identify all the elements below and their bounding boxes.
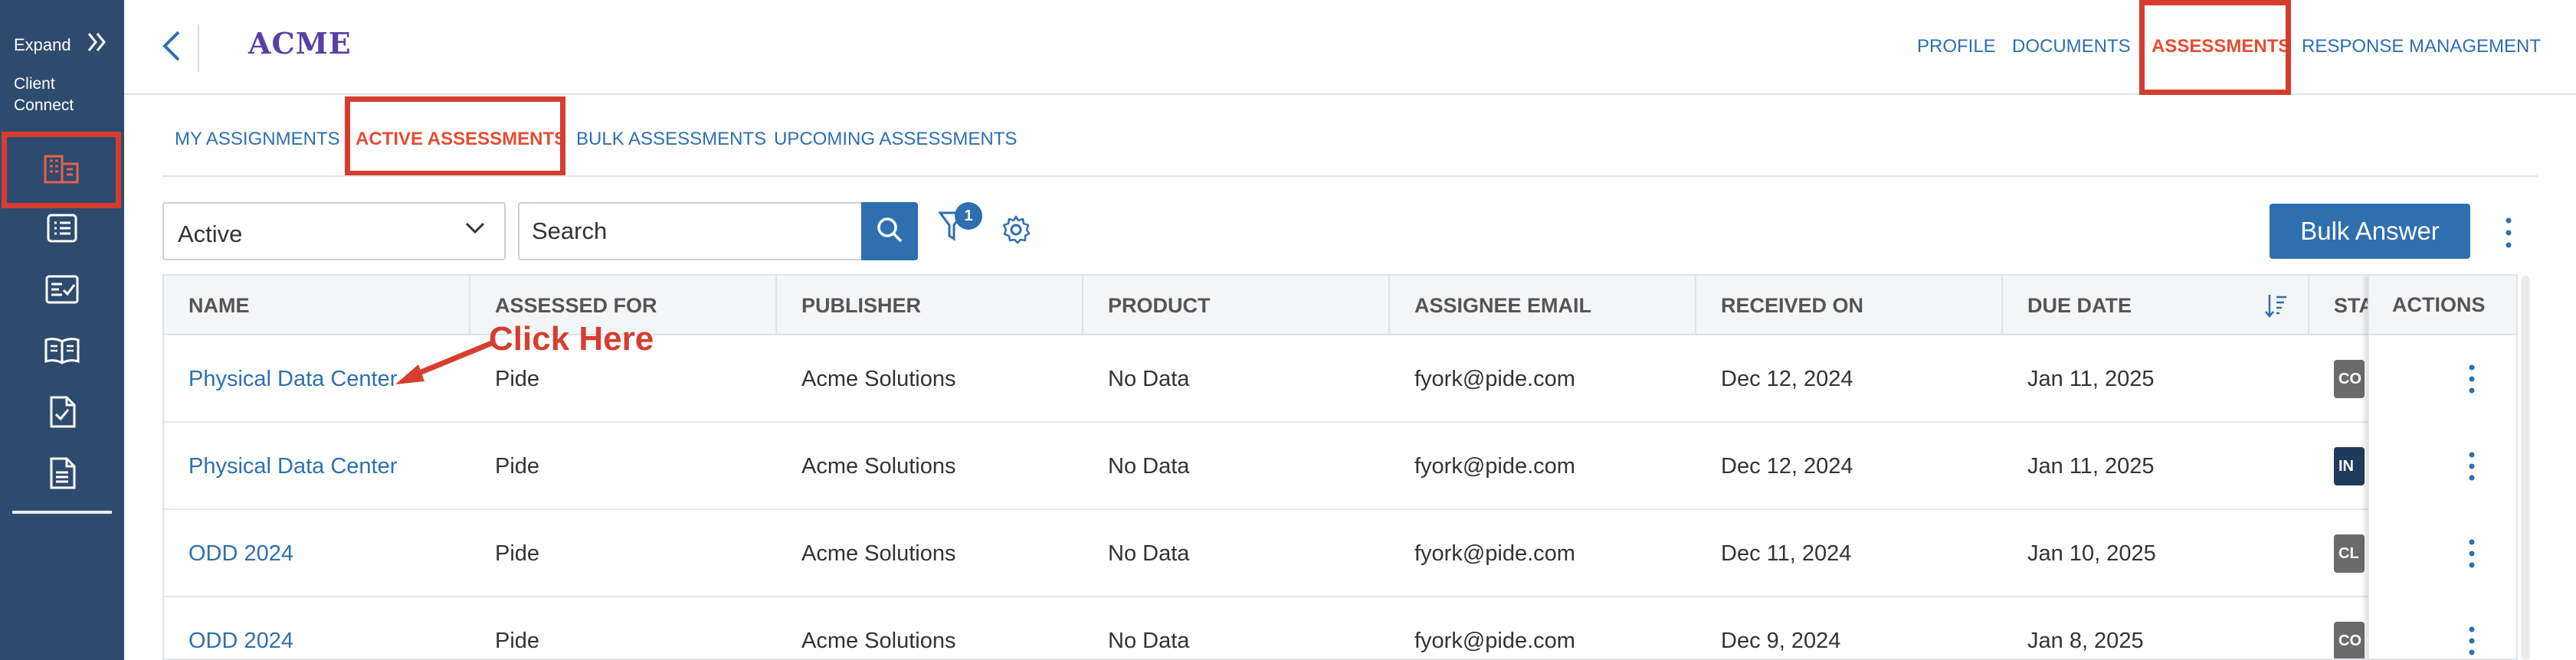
cell-received-on: Dec 11, 2024: [1721, 541, 1852, 566]
filter-count-badge: 1: [955, 202, 982, 230]
status-badge: CL: [2334, 534, 2365, 573]
highlight-box-active-assessments: [345, 96, 565, 176]
sort-descending-icon[interactable]: [2263, 292, 2288, 324]
sidebar: Expand Client Connect: [0, 0, 124, 660]
nav-documents[interactable]: DOCUMENTS: [2012, 36, 2131, 57]
row-actions-button[interactable]: [2464, 624, 2479, 658]
cell-product: No Data: [1108, 453, 1190, 479]
annotation-arrow-icon: [395, 340, 493, 384]
acme-logo[interactable]: ACME: [248, 26, 352, 60]
table-row[interactable]: Physical Data Center Pide Acme Solutions No…: [164, 423, 2516, 510]
cell-assignee-email: fyork@pide.com: [1414, 366, 1575, 391]
status-badge: IN: [2334, 447, 2365, 485]
book-icon: [44, 337, 80, 368]
cell-due-date: Jan 11, 2025: [2027, 366, 2155, 391]
actions-column: ACTIONS: [2368, 276, 2516, 658]
cell-name[interactable]: Physical Data Center: [164, 335, 397, 423]
sidebar-divider: [12, 511, 112, 514]
list-icon: [47, 214, 77, 247]
status-dropdown-value: Active: [178, 221, 243, 247]
cell-name[interactable]: ODD 2024: [164, 510, 293, 597]
gear-icon: [1001, 215, 1031, 248]
nav-response-management[interactable]: RESPONSE MANAGEMENT: [2302, 36, 2541, 57]
cell-assessed-for: Pide: [495, 628, 540, 653]
row-actions-button[interactable]: [2464, 449, 2479, 483]
settings-button[interactable]: [1001, 214, 1034, 248]
sidebar-item-organizations[interactable]: [2, 132, 121, 208]
building-icon: [44, 153, 79, 188]
cell-assignee-email: fyork@pide.com: [1414, 453, 1575, 479]
bulk-answer-button[interactable]: Bulk Answer: [2270, 204, 2470, 259]
status-dropdown[interactable]: Active: [162, 202, 506, 260]
highlight-box-assessments: [2139, 0, 2291, 95]
tab-upcoming-assessments[interactable]: UPCOMING ASSESSMENTS: [774, 129, 1017, 150]
search-button[interactable]: [861, 202, 918, 260]
column-actions: ACTIONS: [2369, 276, 2516, 335]
sidebar-expand-label[interactable]: Expand: [14, 35, 71, 55]
cell-assignee-email: fyork@pide.com: [1414, 541, 1575, 566]
more-options-button[interactable]: [2499, 214, 2518, 251]
column-received-on[interactable]: RECEIVED ON: [1696, 276, 2003, 335]
document-icon: [48, 457, 76, 493]
cell-publisher: Acme Solutions: [801, 541, 956, 566]
column-publisher[interactable]: PUBLISHER: [777, 276, 1083, 335]
cell-name[interactable]: ODD 2024: [164, 597, 293, 658]
annotation-click-here: Click Here: [489, 320, 654, 358]
sidebar-item-documents[interactable]: [0, 450, 124, 499]
chevron-down-icon: [464, 221, 486, 240]
cell-publisher: Acme Solutions: [801, 366, 956, 391]
tabs-divider: [162, 175, 2538, 177]
cell-due-date: Jan 8, 2025: [2027, 628, 2144, 653]
cell-received-on: Dec 9, 2024: [1721, 628, 1841, 653]
kebab-icon: [2469, 539, 2475, 568]
table-row[interactable]: ODD 2024 Pide Acme Solutions No Data fyork@p…: [164, 597, 2516, 658]
checked-document-icon: [48, 396, 76, 432]
filter-icon: [938, 211, 968, 248]
column-name[interactable]: NAME: [164, 276, 470, 335]
table-row[interactable]: ODD 2024 Pide Acme Solutions No Data fyork@p…: [164, 510, 2516, 597]
row-actions-button[interactable]: [2464, 362, 2479, 396]
row-actions-button[interactable]: [2464, 537, 2479, 570]
sidebar-item-checklist[interactable]: [0, 266, 124, 315]
cell-due-date: Jan 10, 2025: [2027, 541, 2156, 566]
tab-bulk-assessments[interactable]: BULK ASSESSMENTS: [576, 129, 766, 150]
tab-my-assignments[interactable]: MY ASSIGNMENTS: [175, 129, 340, 150]
table-scrollbar[interactable]: [2521, 276, 2530, 660]
cell-product: No Data: [1108, 366, 1190, 391]
search-icon: [876, 216, 903, 247]
cell-assessed-for: Pide: [495, 453, 540, 479]
column-product[interactable]: PRODUCT: [1083, 276, 1390, 335]
cell-received-on: Dec 12, 2024: [1721, 366, 1853, 391]
cell-assessed-for: Pide: [495, 541, 540, 566]
sidebar-item-completed[interactable]: [0, 389, 124, 438]
double-chevron-right-icon[interactable]: [86, 31, 107, 57]
cell-assignee-email: fyork@pide.com: [1414, 628, 1575, 653]
kebab-icon: [2469, 452, 2475, 481]
status-badge: CO: [2334, 360, 2365, 398]
back-button[interactable]: [156, 29, 187, 66]
column-due-date-label: DUE DATE: [2027, 293, 2132, 317]
sidebar-item-list[interactable]: [0, 205, 124, 254]
column-assignee-email[interactable]: ASSIGNEE EMAIL: [1390, 276, 1696, 335]
sidebar-item-library[interactable]: [0, 328, 124, 377]
cell-received-on: Dec 12, 2024: [1721, 453, 1853, 479]
chevron-left-icon: [162, 30, 182, 66]
kebab-icon: [2469, 364, 2475, 394]
header-divider: [198, 25, 199, 72]
kebab-icon: [2469, 626, 2475, 655]
sidebar-client-label: Client Connect: [14, 75, 74, 114]
search-input[interactable]: [518, 202, 863, 260]
cell-name[interactable]: Physical Data Center: [164, 423, 397, 510]
cell-product: No Data: [1108, 541, 1190, 566]
status-badge: CO: [2334, 622, 2365, 658]
cell-product: No Data: [1108, 628, 1190, 653]
checklist-icon: [45, 275, 79, 308]
column-due-date[interactable]: DUE DATE: [2003, 276, 2309, 335]
nav-profile[interactable]: PROFILE: [1917, 36, 1996, 57]
cell-publisher: Acme Solutions: [801, 453, 956, 479]
cell-publisher: Acme Solutions: [801, 628, 956, 653]
kebab-icon: [2499, 217, 2518, 254]
cell-due-date: Jan 11, 2025: [2027, 453, 2155, 479]
